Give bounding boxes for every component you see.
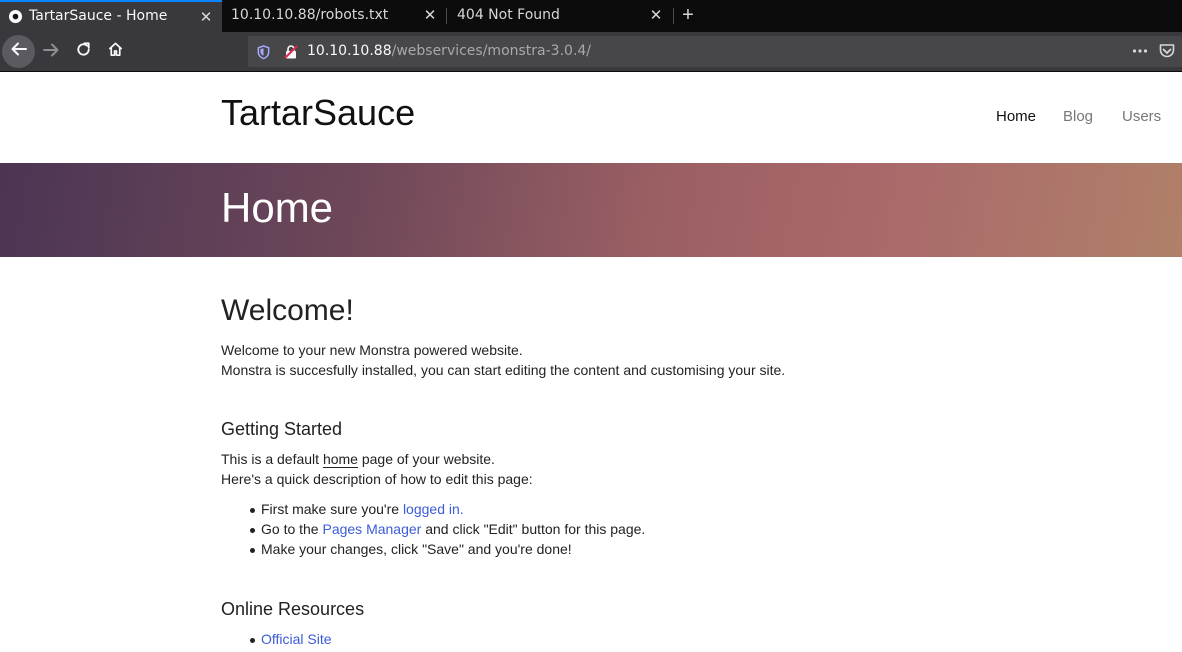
online-resources-heading: Online Resources	[221, 599, 365, 619]
step-text: First make sure you're	[261, 501, 403, 517]
site-favicon-icon	[8, 9, 23, 28]
list-item: Make your changes, click "Save" and you'…	[221, 539, 645, 559]
nav-blog-link[interactable]: Blog	[1063, 108, 1093, 125]
pocket-icon[interactable]	[1158, 42, 1176, 65]
home-icon	[107, 41, 124, 63]
page-actions-icon[interactable]	[1131, 42, 1149, 65]
online-resources-list: Official Site	[221, 629, 332, 649]
home-page-link[interactable]: home	[322, 451, 358, 468]
list-item: Official Site	[221, 629, 332, 649]
url-text: 10.10.10.88/webservices/monstra-3.0.4/	[307, 43, 591, 59]
hero-banner: Home	[0, 163, 1182, 257]
address-bar[interactable]: 10.10.10.88/webservices/monstra-3.0.4/	[248, 36, 1182, 67]
forward-icon	[42, 41, 60, 64]
close-tab-icon[interactable]: ✕	[198, 9, 214, 25]
home-button[interactable]	[99, 36, 131, 68]
getting-started-heading: Getting Started	[221, 419, 343, 439]
step-text: Go to the	[261, 521, 323, 537]
default-page-text: This is a default home page of your webs…	[221, 449, 495, 469]
back-button[interactable]	[2, 35, 35, 68]
pages-manager-link[interactable]: Pages Manager	[322, 521, 421, 537]
tab-title: 404 Not Found	[457, 7, 560, 23]
new-tab-button[interactable]: +	[676, 4, 700, 28]
url-path: /webservices/monstra-3.0.4/	[391, 43, 592, 59]
site-brand[interactable]: TartarSauce	[221, 92, 415, 134]
list-item: First make sure you're logged in.	[221, 499, 645, 519]
default-page-text-after: page of your website.	[357, 451, 495, 467]
back-icon	[10, 40, 28, 63]
hero-title: Home	[221, 184, 334, 231]
insecure-lock-icon[interactable]	[283, 44, 299, 65]
reload-icon	[75, 41, 92, 63]
tab-robots-txt[interactable]: 10.10.10.88/robots.txt ✕	[222, 0, 446, 32]
welcome-heading: Welcome!	[221, 294, 354, 327]
intro-line-2: Monstra is succesfully installed, you ca…	[221, 362, 786, 378]
forward-button[interactable]	[35, 36, 67, 68]
browser-nav-bar: 10.10.10.88/webservices/monstra-3.0.4/	[0, 32, 1182, 72]
browser-tab-bar: TartarSauce - Home ✕ 10.10.10.88/robots.…	[0, 0, 1182, 32]
reload-button[interactable]	[67, 36, 99, 68]
default-page-text-before: This is a default	[221, 451, 323, 467]
close-tab-icon[interactable]: ✕	[648, 7, 664, 23]
shield-icon[interactable]	[256, 44, 271, 65]
close-tab-icon[interactable]: ✕	[422, 7, 438, 23]
list-item: Go to the Pages Manager and click "Edit"…	[221, 519, 645, 539]
tab-tartarsauce-home[interactable]: TartarSauce - Home ✕	[0, 0, 222, 32]
edit-description-text: Here's a quick description of how to edi…	[221, 471, 533, 487]
tab-divider	[673, 8, 674, 24]
tab-title: 10.10.10.88/robots.txt	[231, 7, 389, 23]
intro-line-1: Welcome to your new Monstra powered webs…	[221, 342, 523, 358]
edit-steps-list: First make sure you're logged in. Go to …	[221, 499, 645, 559]
nav-users-link[interactable]: Users	[1122, 108, 1161, 125]
tab-title: TartarSauce - Home	[29, 8, 168, 24]
official-site-link[interactable]: Official Site	[261, 631, 332, 647]
url-host: 10.10.10.88	[307, 43, 392, 59]
step-text: Make your changes, click "Save" and you'…	[261, 541, 572, 557]
nav-home-link[interactable]: Home	[996, 108, 1036, 125]
step-text-after: and click "Edit" button for this page.	[421, 521, 646, 537]
logged-in-link[interactable]: logged in.	[403, 501, 464, 517]
tab-404-not-found[interactable]: 404 Not Found ✕	[447, 0, 672, 32]
site-header: TartarSauce Home Blog Users	[0, 72, 1182, 163]
